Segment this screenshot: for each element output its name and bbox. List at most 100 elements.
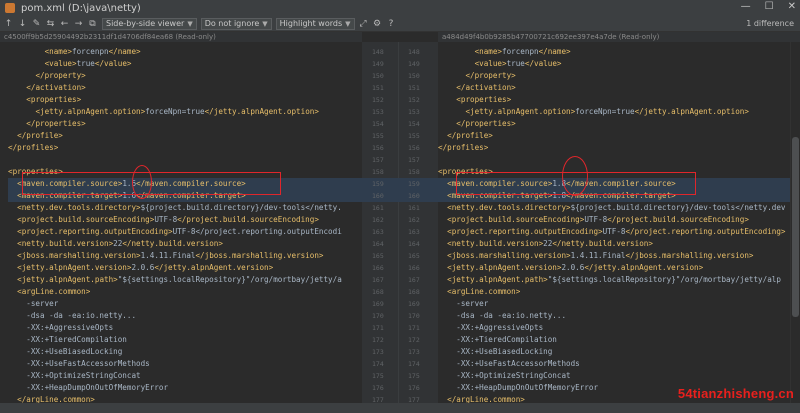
code-line[interactable]: <netty.dev.tools.directory>${project.bui… [438,202,790,214]
highlight-mode-select[interactable]: Highlight words ▼ [275,17,355,30]
code-line[interactable]: -XX:+TieredCompilation [8,334,362,346]
code-line[interactable]: <argLine.common> [8,286,362,298]
left-line-number: 175 [372,372,384,380]
help-icon[interactable]: ? [386,18,397,29]
right-line-number: 170 [408,312,420,320]
code-line[interactable]: <netty.build.version>22</netty.build.ver… [438,238,790,250]
code-line[interactable]: <jboss.marshalling.version>1.4.11.Final<… [8,250,362,262]
forward-icon[interactable]: → [73,18,84,29]
code-line[interactable]: <properties> [8,94,362,106]
maximize-button[interactable]: ☐ [765,1,774,12]
vertical-scrollbar[interactable] [790,42,800,413]
title-bar: pom.xml (D:\java\netty) — ☐ ✕ [0,0,800,16]
next-difference-icon[interactable]: ↓ [17,18,28,29]
code-line[interactable]: <name>forcenpn</name> [8,46,362,58]
code-line[interactable]: -dsa -da -ea:io.netty... [438,310,790,322]
settings-icon[interactable]: ⚙ [372,18,383,29]
ignore-whitespace-select[interactable]: Do not ignore ▼ [200,17,272,30]
code-line[interactable]: -XX:+TieredCompilation [438,334,790,346]
left-line-number: 174 [372,360,384,368]
code-line[interactable]: <value>true</value> [8,58,362,70]
right-editor-pane[interactable]: <name>forcenpn</name> <value>true</value… [438,42,790,413]
minimize-button[interactable]: — [741,1,751,12]
code-line[interactable]: <jetty.alpnAgent.version>2.0.6</jetty.al… [438,262,790,274]
close-button[interactable]: ✕ [788,1,796,12]
left-line-number: 148 [372,48,384,56]
code-line[interactable]: <jetty.alpnAgent.path>"${settings.localR… [438,274,790,286]
code-line[interactable]: -XX:+UseFastAccessorMethods [438,358,790,370]
code-line[interactable]: <name>forcenpn</name> [438,46,790,58]
viewer-mode-select[interactable]: Side-by-side viewer ▼ [102,17,197,30]
left-line-number: 160 [372,192,384,200]
code-line[interactable]: <jetty.alpnAgent.version>2.0.6</jetty.al… [8,262,362,274]
code-line[interactable]: </activation> [8,82,362,94]
code-line[interactable]: -XX:+AggressiveOpts [8,322,362,334]
left-line-number: 172 [372,336,384,344]
copy-icon[interactable]: ⧉ [87,18,98,29]
code-line[interactable]: -XX:+OptimizeStringConcat [438,370,790,382]
code-line[interactable]: <argLine.common> [438,286,790,298]
compare-icon[interactable]: ⇆ [45,18,56,29]
code-line[interactable]: <jetty.alpnAgent.option>forceNpn=true</j… [438,106,790,118]
back-icon[interactable]: ← [59,18,70,29]
code-line[interactable]: -server [438,298,790,310]
right-line-number: 153 [408,108,420,116]
edit-source-icon[interactable]: ✎ [31,18,42,29]
code-line[interactable]: <jetty.alpnAgent.option>forceNpn=true</j… [8,106,362,118]
code-line[interactable]: -XX:+AggressiveOpts [438,322,790,334]
code-line[interactable]: <value>true</value> [438,58,790,70]
line-number-row: 152 152 [362,94,438,106]
code-line[interactable]: </profile> [8,130,362,142]
scrollbar-thumb[interactable] [792,137,799,317]
annotation-circle-right [562,156,588,196]
left-line-number: 161 [372,204,384,212]
code-line[interactable]: -XX:+UseFastAccessorMethods [8,358,362,370]
diff-toolbar: ↑ ↓ ✎ ⇆ ← → ⧉ Side-by-side viewer ▼ Do no… [0,16,800,32]
code-line[interactable]: <project.build.sourceEncoding>UTF-8</pro… [8,214,362,226]
right-line-number: 158 [408,168,420,176]
code-line[interactable]: <project.build.sourceEncoding>UTF-8</pro… [438,214,790,226]
code-line[interactable]: <properties> [438,94,790,106]
code-line[interactable]: <netty.build.version>22</netty.build.ver… [8,238,362,250]
status-bar [0,403,800,413]
right-line-number: 150 [408,72,420,80]
code-line[interactable]: -XX:+HeapDumpOnOutOfMemoryError [8,382,362,394]
line-number-row: 149 149 [362,58,438,70]
code-line[interactable]: <project.reporting.outputEncoding>UTF-8<… [438,226,790,238]
code-line[interactable]: -server [8,298,362,310]
left-marker-strip [0,42,8,413]
code-line[interactable]: <jetty.alpnAgent.path>"${settings.localR… [8,274,362,286]
code-line[interactable]: <jboss.marshalling.version>1.4.11.Final<… [438,250,790,262]
code-line[interactable]: </properties> [8,118,362,130]
code-line[interactable]: -XX:+UseBiasedLocking [8,346,362,358]
code-line[interactable]: <project.reporting.outputEncoding>UTF-8<… [8,226,362,238]
code-line[interactable] [438,154,790,166]
code-line[interactable]: -XX:+UseBiasedLocking [438,346,790,358]
right-line-number: 168 [408,288,420,296]
right-line-number: 175 [408,372,420,380]
code-line[interactable]: </profiles> [8,142,362,154]
line-number-row: 169 169 [362,298,438,310]
left-line-number: 154 [372,120,384,128]
code-line[interactable]: -dsa -da -ea:io.netty... [8,310,362,322]
line-number-gutter: 148 148 149 149 150 150 151 151 152 152 153 153 154 1… [362,42,438,413]
code-line[interactable]: </property> [438,70,790,82]
left-editor-pane[interactable]: <name>forcenpn</name> <value>true</value… [8,42,362,413]
right-line-number: 174 [408,360,420,368]
code-line[interactable]: <netty.dev.tools.directory>${project.bui… [8,202,362,214]
previous-difference-icon[interactable]: ↑ [3,18,14,29]
code-line[interactable]: -XX:+OptimizeStringConcat [8,370,362,382]
collapse-icon[interactable]: ⤢ [358,18,369,29]
code-line[interactable]: </activation> [438,82,790,94]
right-line-number: 164 [408,240,420,248]
watermark: 54tianzhisheng.cn [677,386,794,401]
code-line[interactable]: </profile> [438,130,790,142]
code-line[interactable]: </property> [8,70,362,82]
code-line[interactable]: </properties> [438,118,790,130]
left-line-number: 156 [372,144,384,152]
left-revision-label: c4500ff9b5d25904492b2311df1d4706df84ea68… [0,32,362,42]
left-line-number: 155 [372,132,384,140]
line-number-row: 151 151 [362,82,438,94]
code-line[interactable] [8,154,362,166]
code-line[interactable]: </profiles> [438,142,790,154]
